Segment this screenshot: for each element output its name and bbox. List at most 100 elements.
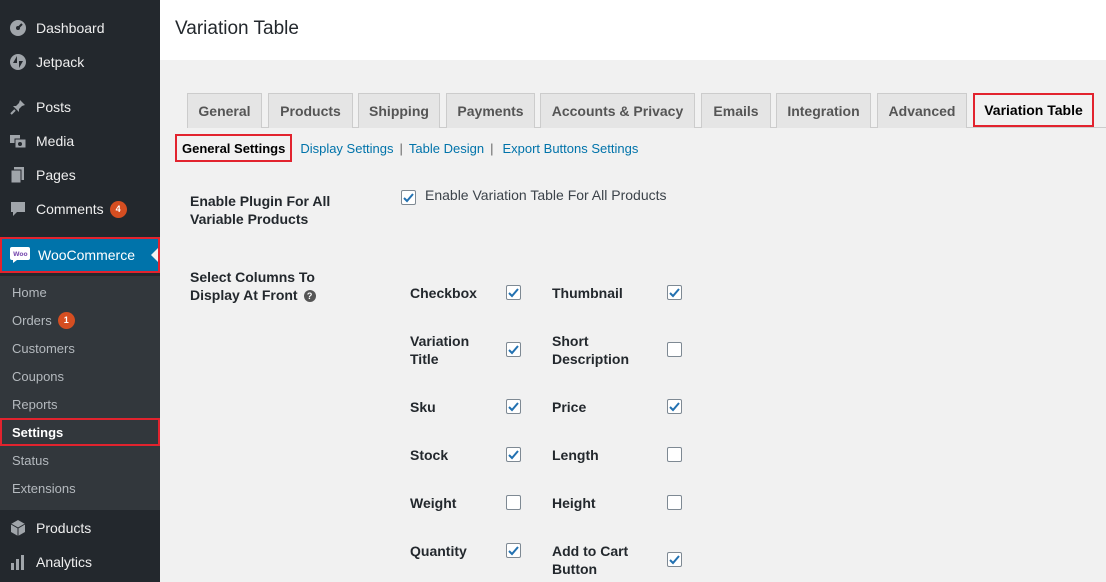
menu-item-products[interactable]: Products: [0, 511, 160, 545]
menu-item-dashboard[interactable]: Dashboard: [0, 11, 160, 45]
column-label-short: Short Description: [552, 332, 629, 368]
tab-integration[interactable]: Integration: [776, 93, 871, 128]
label-line: Sku: [410, 399, 436, 415]
tab-advanced[interactable]: Advanced: [877, 93, 967, 128]
column-label-stock: Stock: [410, 446, 448, 464]
submenu-item-orders[interactable]: Orders 1: [0, 306, 160, 334]
tab-shipping[interactable]: Shipping: [358, 93, 440, 128]
column-checkbox-add-to-cart[interactable]: [667, 552, 682, 567]
menu-item-comments[interactable]: Comments 4: [0, 192, 160, 226]
submenu-item-coupons[interactable]: Coupons: [0, 362, 160, 390]
checkmark-icon: [669, 402, 680, 412]
column-checkbox-height[interactable]: [667, 495, 682, 510]
settings-tabs: General Products Shipping Payments Accou…: [187, 93, 1106, 128]
checkmark-icon: [508, 402, 519, 412]
column-checkbox-thumbnail[interactable]: [667, 285, 682, 300]
menu-label: WooCommerce: [38, 247, 135, 263]
label-line: Display At Front?: [190, 286, 316, 304]
menu-item-woocommerce[interactable]: Woo WooCommerce: [0, 237, 160, 273]
menu-item-jetpack[interactable]: Jetpack: [0, 45, 160, 79]
svg-text:Woo: Woo: [13, 251, 28, 258]
label-line: Description: [552, 351, 630, 367]
submenu-label: Home: [12, 284, 47, 300]
submenu-item-reports[interactable]: Reports: [0, 390, 160, 418]
tab-general[interactable]: General: [187, 93, 262, 128]
tab-products[interactable]: Products: [268, 93, 353, 128]
tab-variation-table[interactable]: Variation Table: [973, 93, 1094, 127]
column-checkbox-checkbox[interactable]: [506, 285, 521, 300]
page-title: Variation Table: [175, 18, 299, 39]
menu-label: Products: [36, 520, 92, 536]
comments-count-badge: 4: [109, 200, 127, 218]
submenu-item-status[interactable]: Status: [0, 446, 160, 474]
submenu-item-customers[interactable]: Customers: [0, 334, 160, 362]
label-line: Variation: [410, 333, 470, 349]
label-line: Height: [552, 495, 596, 511]
column-checkbox-length[interactable]: [667, 447, 682, 462]
label-line: Quantity: [410, 543, 467, 559]
column-label-add-to-cart: Add to Cart Button: [552, 542, 628, 578]
column-checkbox-quantity[interactable]: [506, 543, 521, 558]
dashboard-icon: [8, 18, 28, 38]
label-line: Checkbox: [410, 285, 477, 301]
column-label-thumbnail: Thumbnail: [552, 284, 623, 302]
menu-label: Jetpack: [36, 54, 85, 70]
help-icon[interactable]: ?: [303, 290, 316, 302]
media-icon: [8, 131, 28, 151]
submenu-item-home[interactable]: Home: [0, 278, 160, 306]
column-checkbox-weight[interactable]: [506, 495, 521, 510]
column-label-quantity: Quantity: [410, 542, 467, 560]
label-line: Stock: [410, 447, 449, 463]
settings-subnav: General Settings Display Settings | Tabl…: [175, 134, 638, 162]
tab-emails[interactable]: Emails: [701, 93, 771, 128]
menu-item-analytics[interactable]: Analytics: [0, 545, 160, 579]
column-checkbox-stock[interactable]: [506, 447, 521, 462]
tab-accounts-privacy[interactable]: Accounts & Privacy: [540, 93, 695, 128]
woo-icon: Woo: [10, 245, 30, 265]
checkmark-icon: [508, 288, 519, 298]
label-line: Short: [552, 333, 589, 349]
label-line: Button: [552, 561, 598, 577]
subnav-export-buttons-settings[interactable]: Export Buttons Settings: [502, 141, 638, 156]
subnav-separator: |: [490, 140, 494, 156]
checkmark-icon: [669, 555, 680, 565]
subnav-general-settings[interactable]: General Settings: [175, 134, 293, 162]
column-label-sku: Sku: [410, 398, 436, 416]
menu-label: Dashboard: [36, 20, 105, 36]
menu-label: Posts: [36, 99, 72, 115]
comment-icon: [8, 199, 28, 219]
column-label-checkbox: Checkbox: [410, 284, 477, 302]
checkmark-icon: [508, 546, 519, 556]
submenu-label: Settings: [12, 424, 64, 440]
menu-item-posts[interactable]: Posts: [0, 90, 160, 124]
tab-payments[interactable]: Payments: [446, 93, 535, 128]
submenu-item-settings[interactable]: Settings: [0, 418, 160, 446]
submenu-label: Status: [12, 452, 49, 468]
subnav-display-settings[interactable]: Display Settings: [300, 141, 393, 156]
admin-sidebar: Dashboard Jetpack Posts Media Pages Comm…: [0, 0, 160, 582]
column-label-weight: Weight: [410, 494, 456, 512]
submenu-item-extensions[interactable]: Extensions: [0, 474, 160, 502]
submenu-label: Orders: [12, 312, 52, 328]
enable-variation-table-label[interactable]: Enable Variation Table For All Products: [425, 187, 667, 203]
column-checkbox-short[interactable]: [667, 342, 682, 357]
menu-item-pages[interactable]: Pages: [0, 158, 160, 192]
subnav-separator: |: [399, 140, 403, 156]
enable-variation-table-checkbox[interactable]: [401, 190, 416, 205]
column-checkbox-variation[interactable]: [506, 342, 521, 357]
current-menu-arrow: [151, 248, 158, 262]
page-header: Variation Table: [160, 0, 1106, 60]
select-columns-label: Select Columns To Display At Front?: [190, 268, 316, 304]
pin-icon: [8, 97, 28, 117]
column-checkbox-price[interactable]: [667, 399, 682, 414]
label-line: Select Columns To: [190, 269, 315, 285]
submenu-label: Coupons: [12, 368, 65, 384]
column-label-price: Price: [552, 398, 586, 416]
subnav-table-design[interactable]: Table Design: [409, 141, 484, 156]
checkmark-icon: [669, 288, 680, 298]
menu-item-media[interactable]: Media: [0, 124, 160, 158]
orders-count-badge: 1: [57, 311, 75, 329]
label-line: Variable Products: [190, 211, 309, 227]
column-checkbox-sku[interactable]: [506, 399, 521, 414]
column-label-variation: Variation Title: [410, 332, 469, 368]
